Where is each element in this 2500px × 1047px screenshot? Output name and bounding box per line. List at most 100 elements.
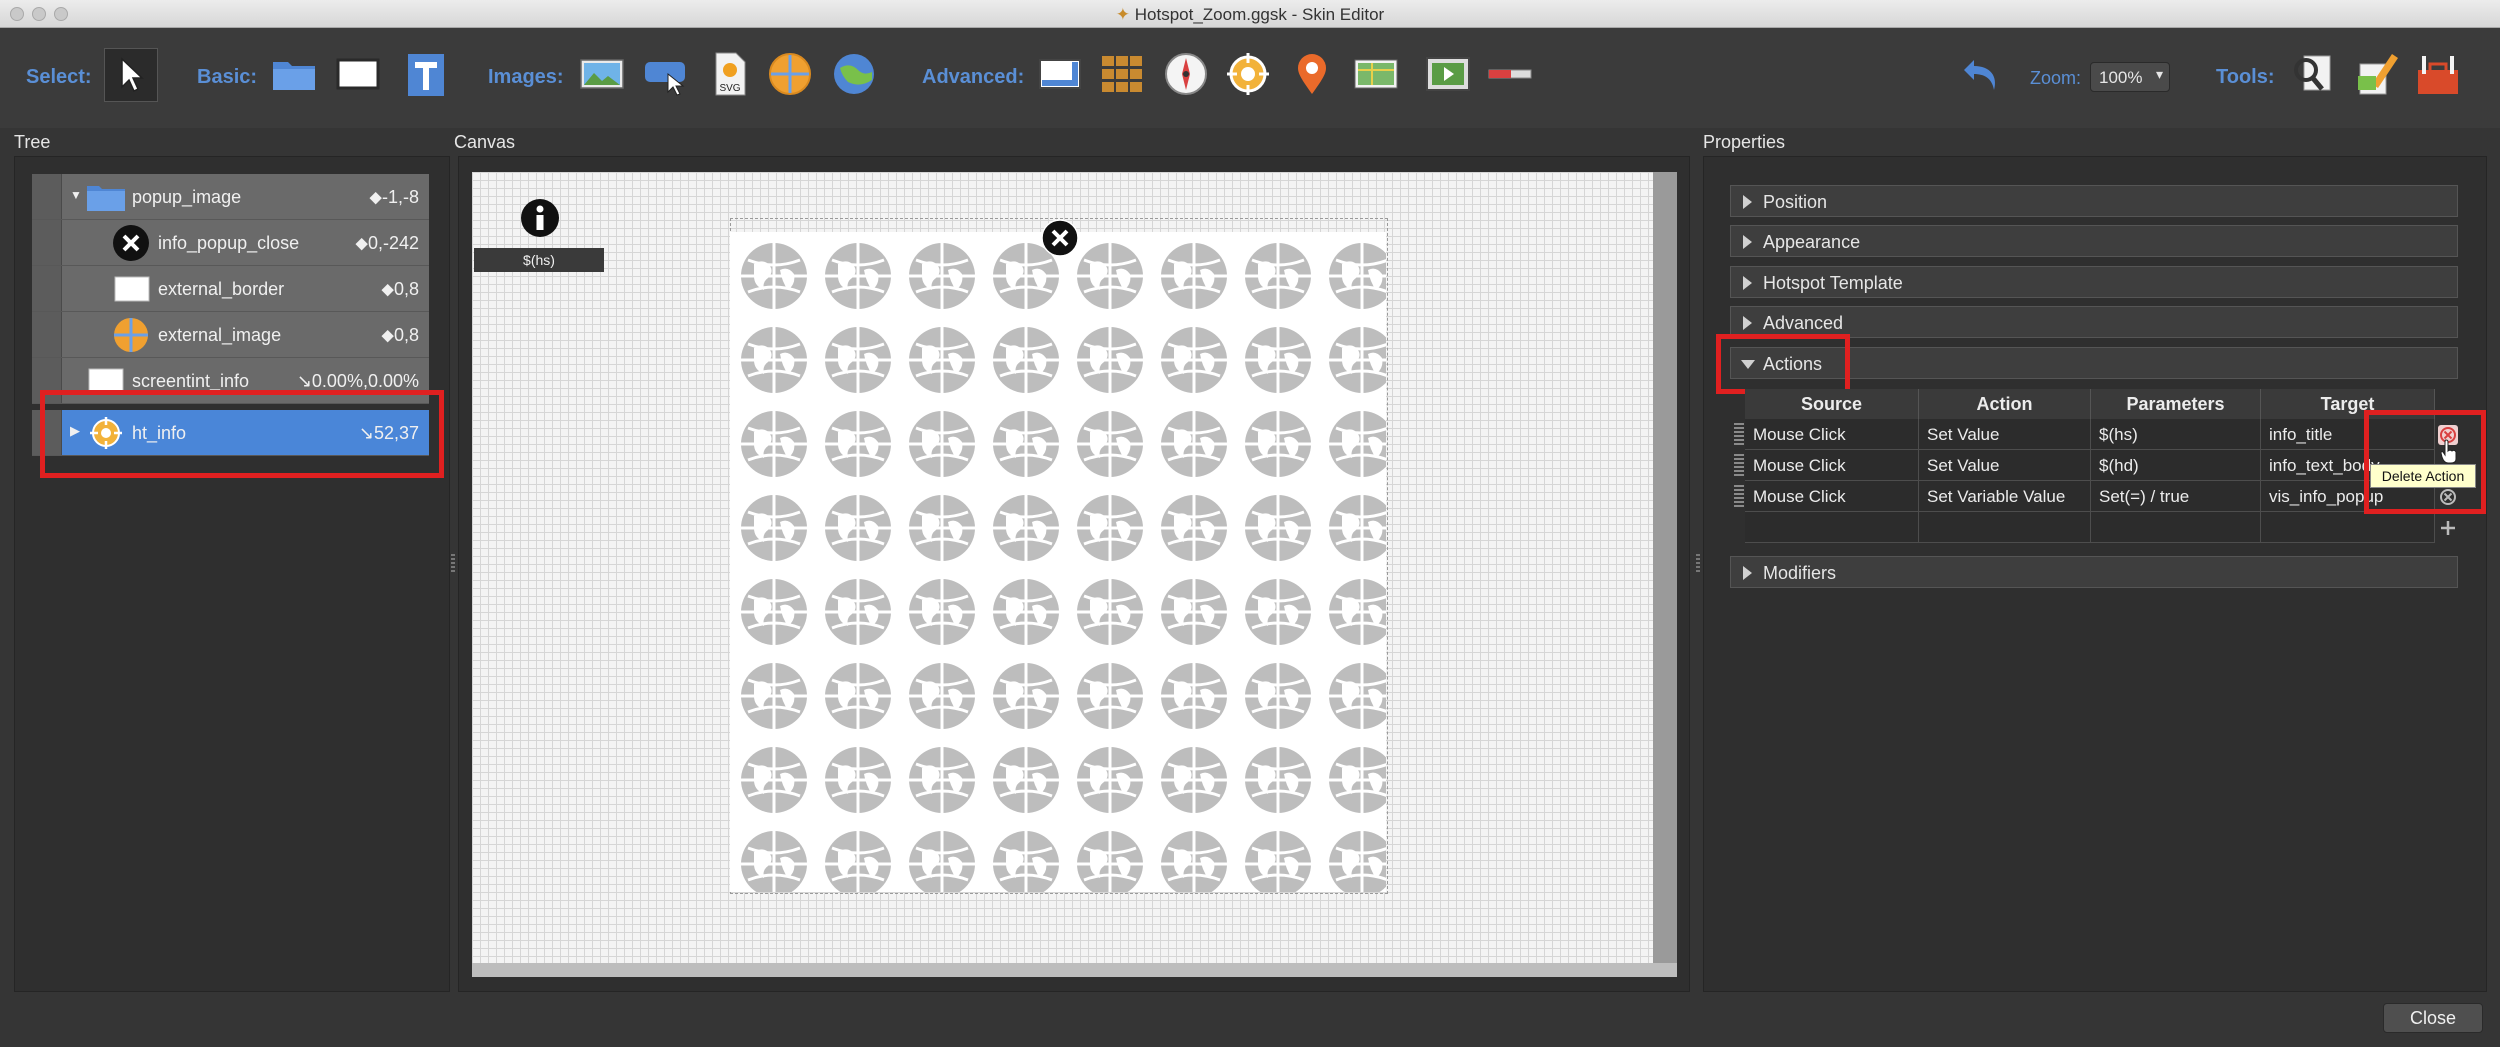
globe-pattern-icon <box>1329 411 1386 477</box>
select-label: Select: <box>26 66 92 88</box>
cloner-tool-button[interactable] <box>1098 50 1146 98</box>
tree-row-external-border[interactable]: external_border ⬥0,8 <box>32 266 429 312</box>
tree-row-popup-image[interactable]: ▼ popup_image ⬥-1,-8 <box>32 174 429 220</box>
close-dialog-button[interactable]: Close <box>2383 1003 2483 1033</box>
external-image-preview <box>730 232 1386 892</box>
globe-pattern-icon <box>1245 747 1311 813</box>
cell-action[interactable]: Set Variable Value <box>1919 481 2091 512</box>
empty-cell[interactable] <box>1919 512 2091 543</box>
globe-pattern-icon <box>909 831 975 892</box>
section-modifiers[interactable]: Modifiers <box>1730 556 2458 588</box>
image-button-tool-button[interactable] <box>642 50 690 98</box>
map-icon <box>1354 59 1398 89</box>
globe-pattern-icon <box>825 495 891 561</box>
properties-panel-label: Properties <box>1703 132 1786 152</box>
splitter-handle[interactable] <box>451 554 455 574</box>
scroll-area-icon <box>1039 59 1081 89</box>
globe-pattern-icon <box>741 411 807 477</box>
cell-parameters[interactable]: $(hd) <box>2091 450 2261 481</box>
close-icon <box>113 225 149 261</box>
expanded-arrow-icon[interactable]: ▼ <box>70 188 82 202</box>
globe-pattern-icon <box>1245 579 1311 645</box>
globe-pattern-icon <box>1245 243 1311 309</box>
add-action-icon[interactable] <box>2438 518 2458 538</box>
compass-tool-button[interactable] <box>1162 50 1210 98</box>
visibility-eye-icon[interactable] <box>32 266 62 311</box>
drag-handle-icon[interactable] <box>1734 423 1744 447</box>
globe-pattern-icon <box>1329 747 1386 813</box>
map-tool-button[interactable] <box>830 50 878 98</box>
text-icon <box>408 54 444 96</box>
globe-pattern-icon <box>1329 579 1386 645</box>
globe-pattern-icon <box>1245 663 1311 729</box>
search-tool-button[interactable] <box>2290 50 2338 98</box>
canvas-bottom-edge <box>472 963 1677 977</box>
zoom-select[interactable]: 100% ▾ <box>2090 62 2170 92</box>
collapsed-arrow-icon <box>1743 276 1752 290</box>
cell-source[interactable]: Mouse Click <box>1745 481 1919 512</box>
visibility-eye-icon[interactable] <box>32 312 62 357</box>
cell-action[interactable]: Set Value <box>1919 419 2091 450</box>
globe-pattern-icon <box>909 495 975 561</box>
map-pin-tool-button[interactable] <box>1288 50 1336 98</box>
svg-tool-button[interactable]: SVG <box>706 50 754 98</box>
tree-item-coord: ⬥0,8 <box>381 279 419 299</box>
picture-icon <box>580 59 624 89</box>
cell-parameters[interactable]: Set(=) / true <box>2091 481 2261 512</box>
globe-pattern-icon <box>1077 831 1143 892</box>
section-position[interactable]: Position <box>1730 185 2458 217</box>
cell-source[interactable]: Mouse Click <box>1745 450 1919 481</box>
cell-action[interactable]: Set Value <box>1919 450 2091 481</box>
text-tool-button[interactable] <box>402 50 450 98</box>
folder-icon <box>273 62 315 90</box>
globe-pattern-icon <box>993 663 1059 729</box>
select-tool-button[interactable] <box>104 48 158 102</box>
map-pin-icon <box>1298 54 1326 94</box>
canvas-scrollbar[interactable] <box>1653 172 1677 977</box>
basic-label: Basic: <box>197 66 258 88</box>
empty-cell[interactable] <box>2261 512 2435 543</box>
hotspot-tool-button[interactable] <box>1224 50 1272 98</box>
col-source-header[interactable]: Source <box>1745 389 1919 419</box>
map-view-tool-button[interactable] <box>1352 50 1400 98</box>
tools-toolbox-button[interactable] <box>2414 50 2462 98</box>
folder-icon <box>87 186 125 211</box>
section-appearance[interactable]: Appearance <box>1730 225 2458 257</box>
tree-row-external-image[interactable]: external_image ⬥0,8 <box>32 312 429 358</box>
visibility-eye-icon[interactable] <box>32 220 62 265</box>
globe-pattern-icon <box>741 831 807 892</box>
advanced-label: Advanced: <box>922 66 1025 88</box>
scrollarea-tool-button[interactable] <box>1036 50 1084 98</box>
app-icon: ✦ <box>1115 5 1135 24</box>
tree-row-info-popup-close[interactable]: info_popup_close ⬥0,-242 <box>32 220 429 266</box>
cursor-icon <box>121 57 144 93</box>
undo-button[interactable] <box>1960 50 2008 98</box>
cell-source[interactable]: Mouse Click <box>1745 419 1919 450</box>
image-tool-button[interactable] <box>578 50 626 98</box>
panorama-tool-button[interactable] <box>766 50 814 98</box>
section-hotspot-template[interactable]: Hotspot Template <box>1730 266 2458 298</box>
col-action-header[interactable]: Action <box>1919 389 2091 419</box>
visibility-eye-icon[interactable] <box>32 174 62 219</box>
splitter-handle[interactable] <box>1696 554 1700 574</box>
container-tool-button[interactable] <box>270 50 318 98</box>
close-icon[interactable] <box>1041 219 1079 257</box>
globe-pattern-icon <box>1161 327 1227 393</box>
progress-bar-tool-button[interactable] <box>1486 50 1534 98</box>
rectangle-tool-button[interactable] <box>334 50 382 98</box>
globe-orange-icon <box>114 318 148 352</box>
globe-pattern-icon <box>741 327 807 393</box>
video-tool-button[interactable] <box>1424 50 1472 98</box>
globe-pattern-icon <box>741 495 807 561</box>
globe-pattern-icon <box>1077 411 1143 477</box>
paint-tool-button[interactable] <box>2352 50 2400 98</box>
globe-pattern-icon <box>993 495 1059 561</box>
drag-handle-icon[interactable] <box>1734 485 1744 509</box>
empty-cell[interactable] <box>2091 512 2261 543</box>
col-parameters-header[interactable]: Parameters <box>2091 389 2261 419</box>
drag-handle-icon[interactable] <box>1734 454 1744 478</box>
info-icon[interactable] <box>520 198 560 238</box>
empty-cell[interactable] <box>1745 512 1919 543</box>
tree-item-label: external_image <box>158 325 282 345</box>
cell-parameters[interactable]: $(hs) <box>2091 419 2261 450</box>
